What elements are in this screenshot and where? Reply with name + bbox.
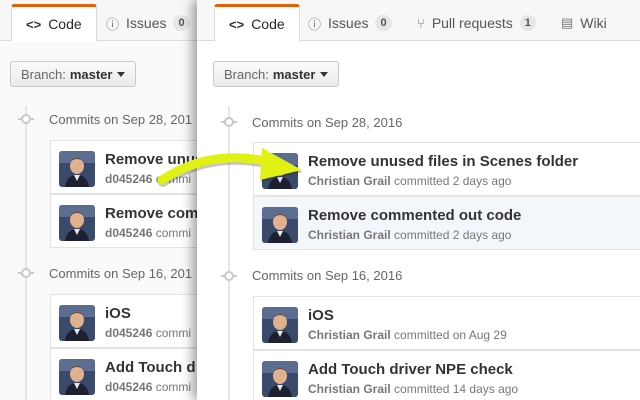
commit-row[interactable]: Remove commented out code Christian Grai…	[253, 196, 640, 250]
commit-row[interactable]: Remove unused files in Scenes folder Chr…	[253, 142, 640, 196]
tab-wiki[interactable]: ▤ Wiki	[547, 5, 621, 41]
avatar[interactable]	[59, 151, 95, 187]
caret-down-icon	[117, 71, 126, 77]
tab-issues-label: Issues	[328, 15, 369, 31]
tab-issues-back[interactable]: ⓘ Issues 0	[92, 5, 200, 41]
commit-meta: d045246 commi	[105, 226, 191, 240]
commit-meta-text: commi	[155, 326, 192, 340]
tab-wiki-label: Wiki	[580, 15, 607, 31]
commit-meta: d045246 commi	[105, 380, 191, 394]
commit-meta-text: commi	[155, 226, 192, 240]
commit-row[interactable]: Add Touch d d045246 commi	[50, 348, 200, 400]
commit-title[interactable]: iOS	[308, 307, 334, 324]
tab-issues[interactable]: ⓘ Issues 0	[294, 5, 406, 41]
commit-sha[interactable]: d045246	[105, 326, 152, 340]
code-icon: <>	[26, 16, 42, 32]
commit-meta-text: commi	[155, 380, 192, 394]
commit-sha[interactable]: d045246	[105, 380, 152, 394]
commit-meta-text: committed 2 days ago	[394, 174, 512, 188]
commit-meta: d045246 commi	[105, 326, 191, 340]
commit-dot-icon	[224, 271, 234, 281]
commit-row[interactable]: iOS Christian Grail committed on Aug 29	[253, 296, 640, 350]
tab-code-label: Code	[48, 16, 82, 32]
commit-row[interactable]: Remove unus d045246 commi	[50, 140, 200, 194]
book-icon: ▤	[561, 15, 574, 30]
front-window: <> Code ⓘ Issues 0 ⑂ Pull requests 1 ▤ W…	[197, 0, 640, 400]
avatar[interactable]	[59, 305, 95, 341]
tab-pull-requests[interactable]: ⑂ Pull requests 1	[403, 5, 550, 41]
avatar[interactable]	[262, 307, 298, 343]
commit-row[interactable]: iOS d045246 commi	[50, 294, 200, 348]
back-window: <> Code ⓘ Issues 0 Branch: master Commit…	[0, 0, 200, 400]
tab-code-label: Code	[251, 16, 285, 32]
commit-author[interactable]: Christian Grail	[308, 328, 391, 342]
commit-title[interactable]: Add Touch driver NPE check	[308, 361, 513, 378]
commit-author[interactable]: Christian Grail	[308, 228, 391, 242]
branch-name: master	[69, 66, 113, 82]
commit-meta-text: committed 14 days ago	[394, 382, 519, 396]
tab-pull-requests-label: Pull requests	[431, 15, 513, 31]
commit-dot-icon	[224, 117, 234, 127]
commit-group-heading: Commits on Sep 16, 201	[49, 266, 193, 281]
branch-select[interactable]: Branch: master	[213, 61, 340, 87]
tab-code-back[interactable]: <> Code	[11, 4, 97, 42]
tab-issues-label: Issues	[126, 15, 167, 31]
commit-title[interactable]: Remove comm	[105, 205, 200, 222]
tab-code[interactable]: <> Code	[214, 4, 300, 42]
commit-title[interactable]: Remove unus	[105, 151, 200, 168]
commit-meta-text: committed 2 days ago	[394, 228, 512, 242]
commit-meta: Christian Grail committed 2 days ago	[308, 174, 511, 188]
commit-title[interactable]: Remove commented out code	[308, 207, 521, 224]
issue-icon: ⓘ	[308, 16, 322, 32]
timeline-line	[228, 106, 230, 400]
avatar[interactable]	[59, 359, 95, 395]
avatar[interactable]	[262, 361, 298, 397]
commit-meta: Christian Grail committed 2 days ago	[308, 228, 511, 242]
commit-meta: Christian Grail committed on Aug 29	[308, 328, 507, 342]
avatar[interactable]	[262, 153, 298, 189]
commit-dot-icon	[21, 114, 31, 124]
commit-meta: Christian Grail committed 14 days ago	[308, 382, 518, 396]
commit-meta: d045246 commi	[105, 172, 191, 186]
timeline-line	[25, 106, 27, 400]
avatar[interactable]	[262, 207, 298, 243]
branch-name: master	[272, 66, 316, 82]
avatar[interactable]	[59, 205, 95, 241]
commit-title[interactable]: Add Touch d	[105, 359, 196, 376]
commit-title[interactable]: Remove unused files in Scenes folder	[308, 153, 578, 170]
commit-title[interactable]: iOS	[105, 305, 131, 322]
pull-request-icon: ⑂	[417, 15, 425, 31]
branch-select-back[interactable]: Branch: master	[10, 61, 137, 87]
code-icon: <>	[229, 16, 245, 32]
branch-prefix: Branch:	[21, 66, 66, 82]
commit-group-heading: Commits on Sep 28, 2016	[252, 115, 403, 130]
commit-author[interactable]: Christian Grail	[308, 174, 391, 188]
commit-sha[interactable]: d045246	[105, 172, 152, 186]
commit-meta-text: committed on Aug 29	[394, 328, 507, 342]
commit-row[interactable]: Remove comm d045246 commi	[50, 194, 200, 248]
repo-nav-back: <> Code ⓘ Issues 0	[0, 0, 200, 42]
commit-group-heading: Commits on Sep 28, 201	[49, 112, 193, 127]
commit-sha[interactable]: d045246	[105, 226, 152, 240]
pull-requests-count: 1	[519, 15, 536, 31]
issues-count: 0	[173, 15, 190, 31]
issue-icon: ⓘ	[106, 16, 120, 32]
commit-row[interactable]: Add Touch driver NPE check Christian Gra…	[253, 350, 640, 400]
commit-author[interactable]: Christian Grail	[308, 382, 391, 396]
branch-prefix: Branch:	[224, 66, 269, 82]
commit-group-heading: Commits on Sep 16, 2016	[252, 268, 403, 283]
caret-down-icon	[320, 71, 329, 77]
commit-meta-text: commi	[155, 172, 192, 186]
issues-count: 0	[375, 15, 392, 31]
repo-nav: <> Code ⓘ Issues 0 ⑂ Pull requests 1 ▤ W…	[197, 0, 640, 42]
commit-dot-icon	[21, 268, 31, 278]
